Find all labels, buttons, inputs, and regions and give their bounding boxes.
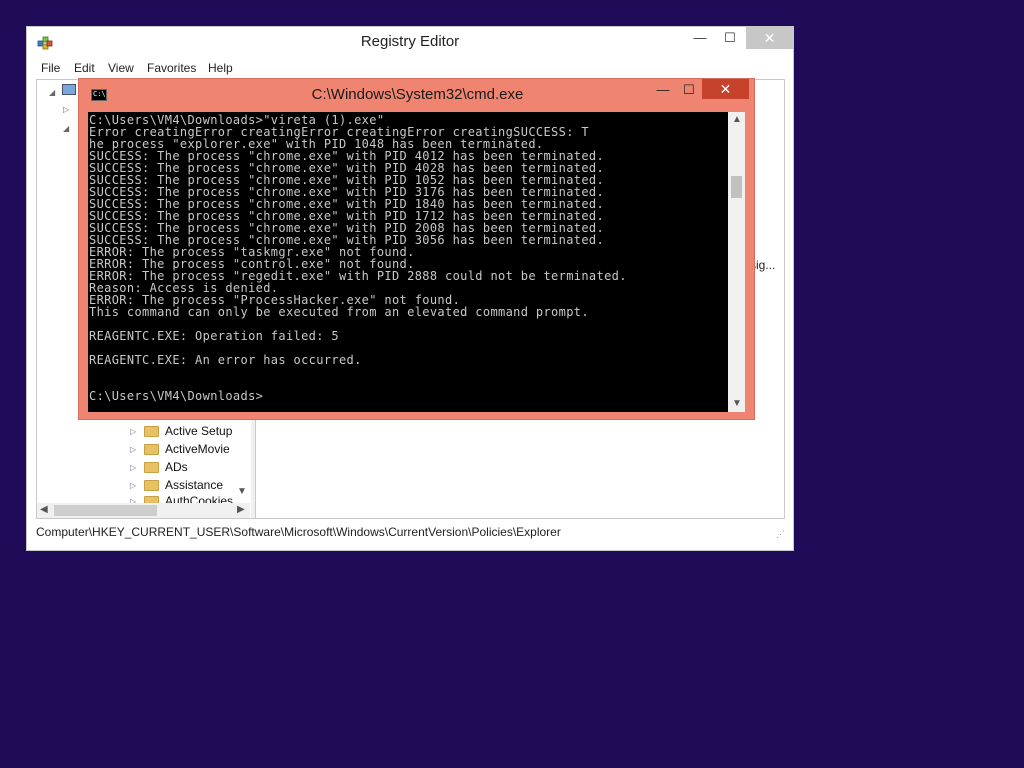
registry-editor-titlebar[interactable]: Registry Editor — ☐ ✕ [27,27,793,57]
computer-icon [62,84,76,95]
tree-expander-icon[interactable]: ▷ [130,495,140,503]
status-bar: Computer\HKEY_CURRENT_USER\Software\Micr… [27,521,793,549]
menu-help[interactable]: Help [208,57,233,79]
cmd-close-button[interactable]: ✕ [702,79,749,99]
folder-icon [144,480,159,492]
scroll-down-icon[interactable]: ▼ [732,398,742,409]
folder-icon [144,426,159,438]
cmd-minimize-button[interactable]: — [651,79,675,101]
cmd-maximize-button[interactable]: ☐ [677,79,701,101]
menu-bar: File Edit View Favorites Help [27,57,793,79]
tree-item-activemovie[interactable]: ▷ ActiveMovie [130,440,230,458]
tree-expander-icon[interactable]: ◢ [63,124,69,133]
console-line: This command can only be executed from a… [89,305,589,319]
console-output[interactable]: C:\Users\VM4\Downloads>"vireta (1).exe" E… [88,112,728,412]
menu-view[interactable]: View [108,57,134,79]
scroll-up-icon[interactable]: ▲ [732,114,742,125]
menu-edit[interactable]: Edit [74,57,95,79]
folder-icon [144,444,159,456]
console-line: REAGENTC.EXE: Operation failed: 5 [89,329,339,343]
console-lines: C:\Users\VM4\Downloads>"vireta (1).exe" E… [88,112,728,402]
tree-horizontal-scrollbar[interactable]: ◀ ▶ [37,503,250,518]
menu-favorites[interactable]: Favorites [147,57,196,79]
console-line: REAGENTC.EXE: An error has occurred. [89,353,362,367]
tree-expander-icon[interactable]: ▷ [130,441,140,459]
maximize-button[interactable]: ☐ [717,27,743,49]
resize-grip-icon[interactable]: ⋰ [776,529,785,540]
cmd-window: C:\ C:\Windows\System32\cmd.exe — ☐ ✕ C:… [78,78,755,420]
tree-expander-icon[interactable]: ▷ [63,105,69,114]
tree-item-ads[interactable]: ▷ ADs [130,458,188,476]
minimize-button[interactable]: — [687,27,713,49]
folder-icon [144,462,159,474]
console-vertical-scrollbar[interactable]: ▲ ▼ [728,112,745,412]
tree-expander-icon[interactable]: ▷ [130,423,140,441]
tree-expander-icon[interactable]: ▷ [130,459,140,477]
tree-expander-icon[interactable]: ▷ [130,477,140,495]
scroll-left-icon[interactable]: ◀ [40,504,48,515]
tree-item-active-setup[interactable]: ▷ Active Setup [130,422,232,440]
console-line: C:\Users\VM4\Downloads> [89,389,264,403]
scrollbar-thumb[interactable] [54,505,157,516]
menu-file[interactable]: File [41,57,60,79]
tree-item-authcookies[interactable]: ▷ AuthCookies [130,494,233,503]
tree-expander-icon[interactable]: ◢ [49,88,55,97]
close-button[interactable]: ✕ [746,27,793,49]
scroll-right-icon[interactable]: ▶ [237,504,245,515]
registry-editor-title: Registry Editor [360,33,460,50]
scroll-down-icon[interactable]: ▼ [237,486,247,497]
status-path: Computer\HKEY_CURRENT_USER\Software\Micr… [36,525,561,539]
tree-vertical-scrollbar[interactable]: ▼ [233,420,250,503]
tree-item-assistance[interactable]: ▷ Assistance [130,476,223,494]
folder-icon [144,496,159,503]
scrollbar-thumb[interactable] [731,176,742,198]
